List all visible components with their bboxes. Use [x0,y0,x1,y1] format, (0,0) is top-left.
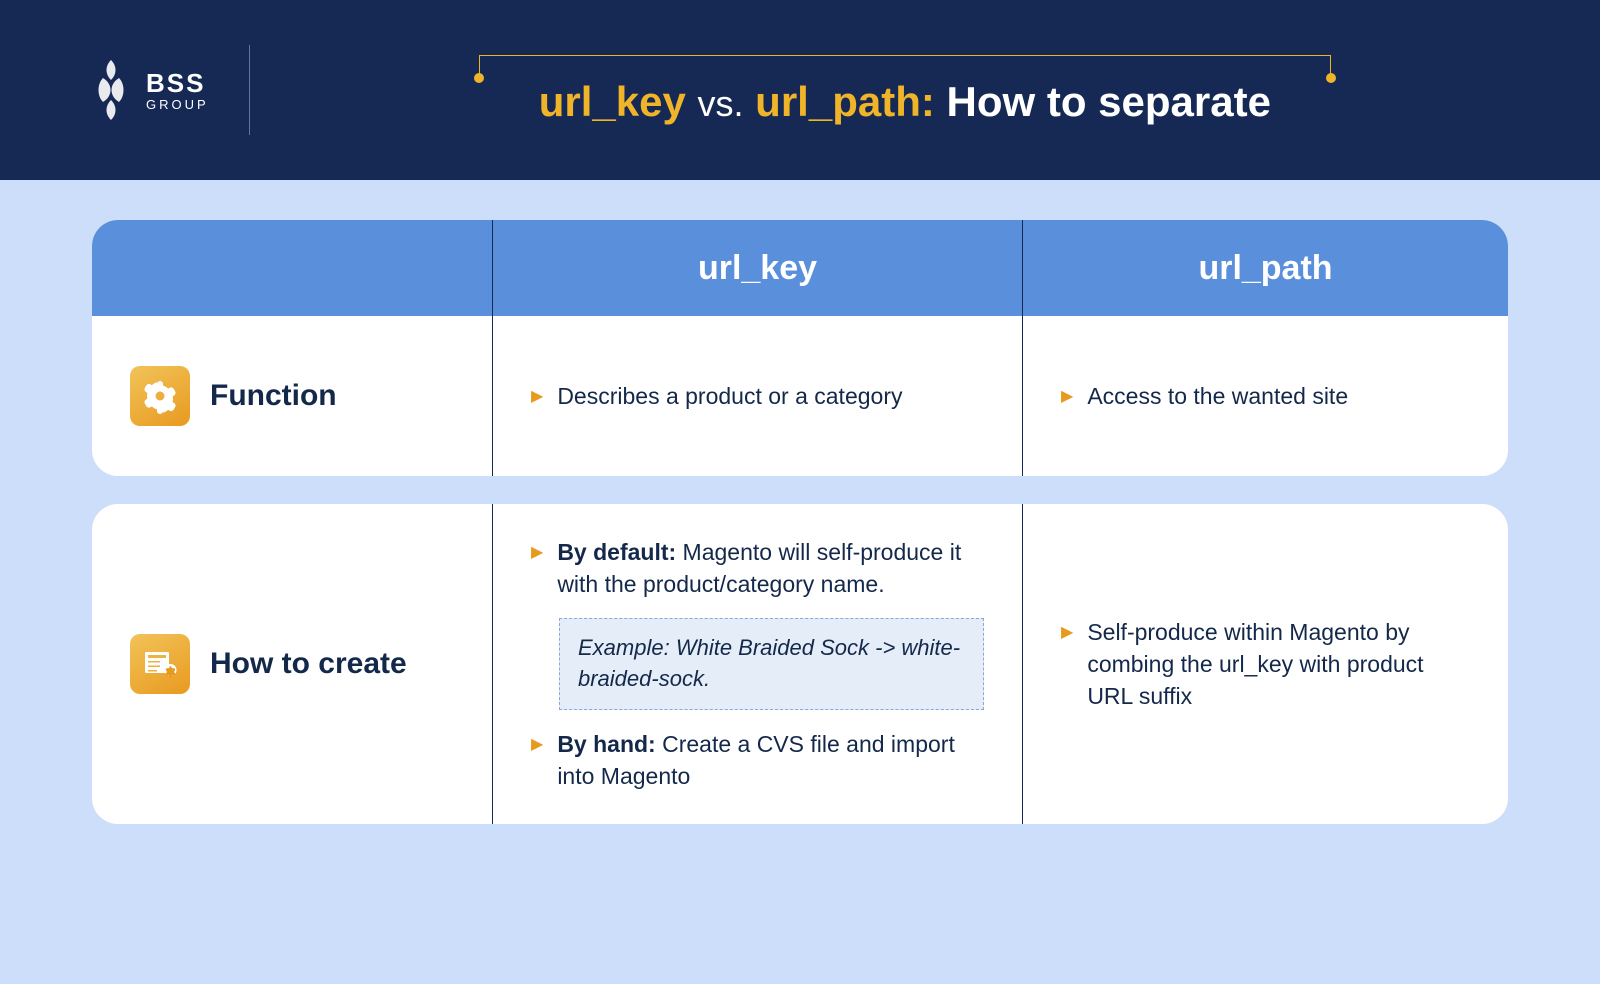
example-box: Example: White Braided Sock -> white-bra… [559,618,984,710]
header-bar: BSS GROUP url_key vs. url_path: How to s… [0,0,1600,180]
decorative-dot [474,73,484,83]
bullet-text: Access to the wanted site [1087,380,1348,412]
create-icon [130,634,190,694]
title-rest: How to separate [947,78,1271,125]
bullet-item: ▶ Self-produce within Magento by combing… [1061,616,1470,713]
col-head-urlpath: url_path [1022,220,1508,316]
logo-text-bss: BSS [146,70,209,96]
bullet-icon: ▶ [531,542,543,600]
cell-function-urlkey: ▶ Describes a product or a category [492,316,1022,476]
title-wrap: url_key vs. url_path: How to separate [300,55,1510,126]
page-title: url_key vs. url_path: How to separate [539,78,1271,126]
logo: BSS GROUP [90,60,209,120]
col-head-empty [92,220,492,316]
row-label: How to create [210,647,407,681]
bullet-text: Self-produce within Magento by combing t… [1087,616,1470,713]
function-icon [130,366,190,426]
title-colon: : [921,78,935,125]
bullet-icon: ▶ [1061,622,1073,713]
bullet-icon: ▶ [531,386,543,412]
bullet-item: ▶ Access to the wanted site [1061,380,1470,412]
title-urlkey: url_key [539,78,686,125]
bullet-text: By default: Magento will self-produce it… [557,536,984,600]
bullet-text: Describes a product or a category [557,380,902,412]
row-label: Function [210,379,337,413]
header-divider [249,45,250,135]
comparison-card-1: url_key url_path Function ▶ Describes a … [92,220,1508,476]
bss-logo-icon [90,60,132,120]
title-vs: vs. [697,83,743,124]
title-frame: url_key vs. url_path: How to separate [479,55,1331,126]
column-header: url_key url_path [92,220,1508,316]
bullet-item: ▶ By default: Magento will self-produce … [531,536,984,600]
bullet-item: ▶ By hand: Create a CVS file and import … [531,728,984,792]
cell-create-urlkey: ▶ By default: Magento will self-produce … [492,504,1022,824]
col-head-urlkey: url_key [492,220,1022,316]
row-function: Function ▶ Describes a product or a cate… [92,316,1508,476]
decorative-dot [1326,73,1336,83]
cell-function-urlpath: ▶ Access to the wanted site [1022,316,1508,476]
logo-text-group: GROUP [146,98,209,111]
title-urlpath: url_path [755,78,921,125]
row-label-cell: How to create [92,504,492,824]
comparison-card-2: How to create ▶ By default: Magento will… [92,504,1508,824]
bullet-item: ▶ Describes a product or a category [531,380,984,412]
bullet-icon: ▶ [1061,386,1073,412]
content-area: url_key url_path Function ▶ Describes a … [0,180,1600,824]
bullet-text: By hand: Create a CVS file and import in… [557,728,984,792]
cell-create-urlpath: ▶ Self-produce within Magento by combing… [1022,504,1508,824]
row-how-to-create: How to create ▶ By default: Magento will… [92,504,1508,824]
row-label-cell: Function [92,316,492,476]
bullet-icon: ▶ [531,734,543,792]
